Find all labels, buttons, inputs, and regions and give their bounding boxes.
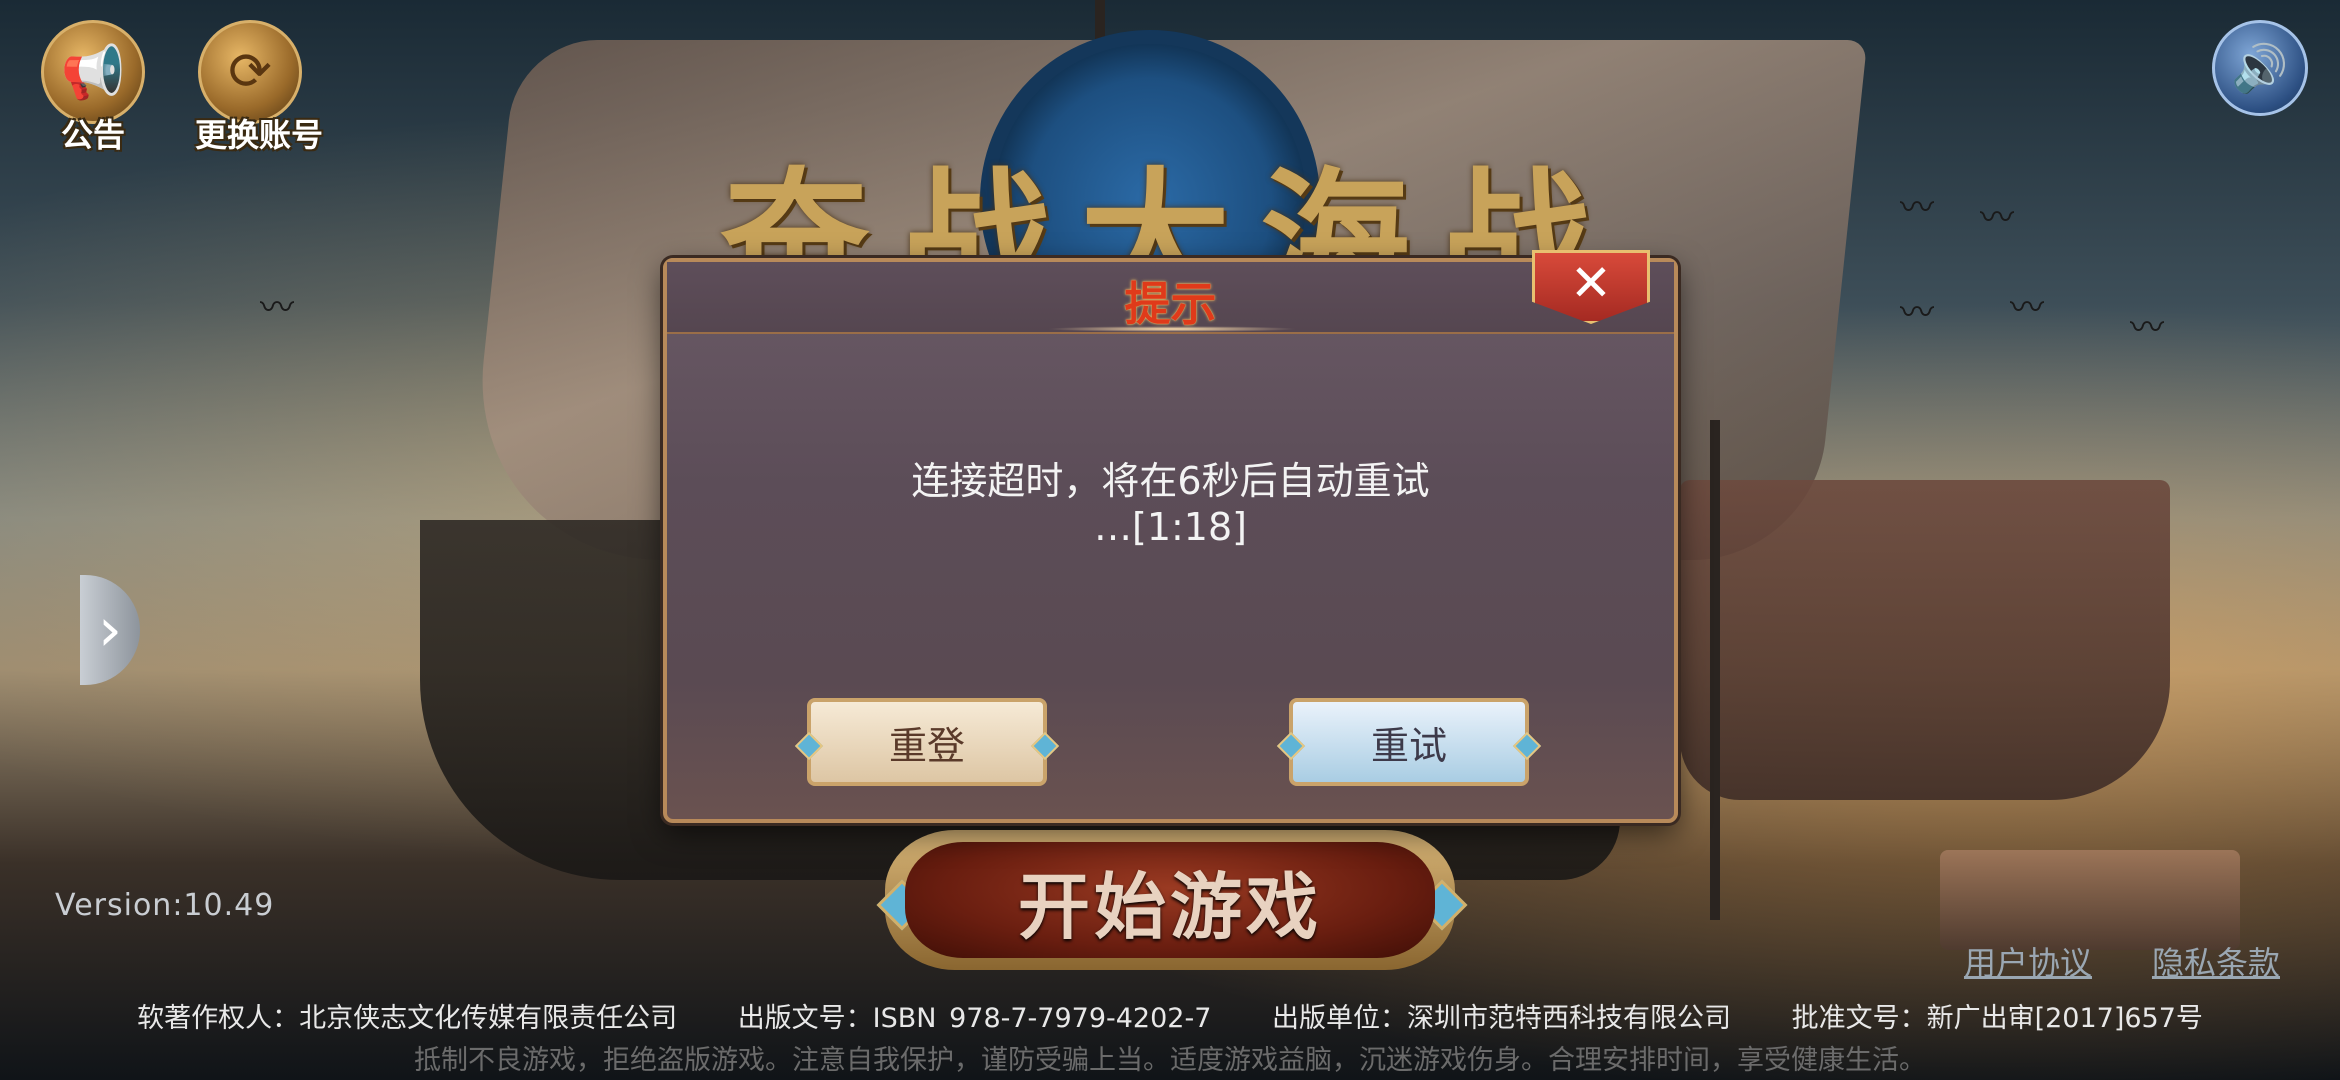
gem-icon [1030, 731, 1060, 761]
side-panel-toggle[interactable]: › [80, 575, 140, 685]
switch-account-label: 更换账号 [195, 116, 324, 154]
gem-icon [1512, 731, 1542, 761]
copyright-owner: 软著作权人：北京侠志文化传媒有限责任公司 [137, 1003, 678, 1034]
bird-icon: 〰 [1980, 198, 2014, 238]
refresh-icon: ⟳ [198, 20, 302, 124]
publication-number: 出版文号：ISBN 978-7-7979-4202-7 [737, 1003, 1212, 1034]
dialog-title: 提示 [1124, 277, 1217, 331]
bird-icon: 〰 [2010, 288, 2044, 328]
dialog-message-line1: 连接超时，将在6秒后自动重试 [911, 459, 1430, 503]
approval-number: 批准文号：新广出审[2017]657号 [1791, 1003, 2203, 1034]
sound-toggle-button[interactable]: 🔊 [2212, 20, 2308, 116]
announcement-label: 公告 [60, 116, 125, 154]
chevron-right-icon: › [98, 595, 122, 665]
background-ship-far [1940, 850, 2240, 950]
bird-icon: 〰 [1900, 188, 1934, 228]
bird-icon: 〰 [1900, 293, 1934, 333]
user-agreement-link[interactable]: 用户协议 [1964, 938, 2092, 984]
relogin-button[interactable]: 重登 [794, 698, 1060, 786]
health-notice: 抵制不良游戏，拒绝盗版游戏。注意自我保护，谨防受骗上当。适度游戏益脑，沉迷游戏伤… [414, 1045, 1926, 1076]
gem-icon [1276, 731, 1306, 761]
publisher: 出版单位：深圳市范特西科技有限公司 [1271, 1003, 1731, 1034]
header-glow [1047, 326, 1297, 332]
version-label: Version:10.49 [55, 888, 275, 923]
background-ship-right [1680, 480, 2170, 800]
close-icon: ✕ [1570, 254, 1612, 312]
switch-account-button[interactable]: ⟳ 更换账号 [195, 20, 324, 156]
speaker-icon: 🔊 [2231, 40, 2289, 95]
connection-timeout-dialog: 提示 连接超时，将在6秒后自动重试 …[1:18] 重登 重试 [663, 258, 1678, 823]
bird-icon: 〰 [260, 288, 294, 328]
privacy-policy-link[interactable]: 隐私条款 [2152, 938, 2280, 984]
background-mast [1710, 420, 1720, 920]
bird-icon: 〰 [2130, 308, 2164, 348]
dialog-message-line2: …[1:18] [1094, 505, 1247, 549]
dialog-message: 连接超时，将在6秒后自动重试 …[1:18] [667, 458, 1674, 550]
footer-credits: 软著作权人：北京侠志文化传媒有限责任公司 出版文号：ISBN 978-7-797… [0, 996, 2340, 1035]
start-game-button[interactable]: 开始游戏 [905, 842, 1435, 958]
relogin-label: 重登 [888, 723, 965, 768]
retry-label: 重试 [1370, 723, 1447, 768]
retry-button[interactable]: 重试 [1276, 698, 1542, 786]
megaphone-icon: 📢 [41, 20, 145, 124]
announcement-button[interactable]: 📢 公告 [38, 20, 148, 156]
gem-icon [794, 731, 824, 761]
legal-links: 用户协议 隐私条款 [1964, 938, 2280, 984]
